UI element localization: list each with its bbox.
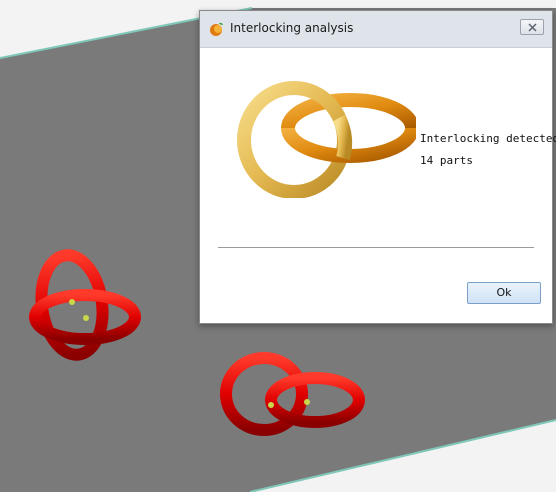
- divider: [218, 247, 534, 248]
- contact-marker: [304, 399, 310, 405]
- ok-button[interactable]: Ok: [467, 282, 541, 304]
- dialog-content: Interlocking detected: 14 parts Ok: [200, 48, 556, 323]
- close-icon: [528, 23, 537, 32]
- contact-marker: [83, 315, 89, 321]
- dialog-titlebar[interactable]: Interlocking analysis: [200, 11, 552, 48]
- contact-marker: [69, 299, 75, 305]
- contact-marker: [268, 402, 274, 408]
- close-button[interactable]: [520, 19, 544, 35]
- app-logo-icon: [209, 21, 225, 37]
- interlocking-parts-count: 14 parts: [420, 154, 473, 167]
- interlocking-analysis-dialog: Interlocking analysis Interlocking detec…: [199, 10, 556, 324]
- dialog-title: Interlocking analysis: [230, 21, 354, 35]
- interlocking-rings-illustration: [237, 81, 416, 198]
- interlocking-status-text: Interlocking detected:: [420, 132, 556, 145]
